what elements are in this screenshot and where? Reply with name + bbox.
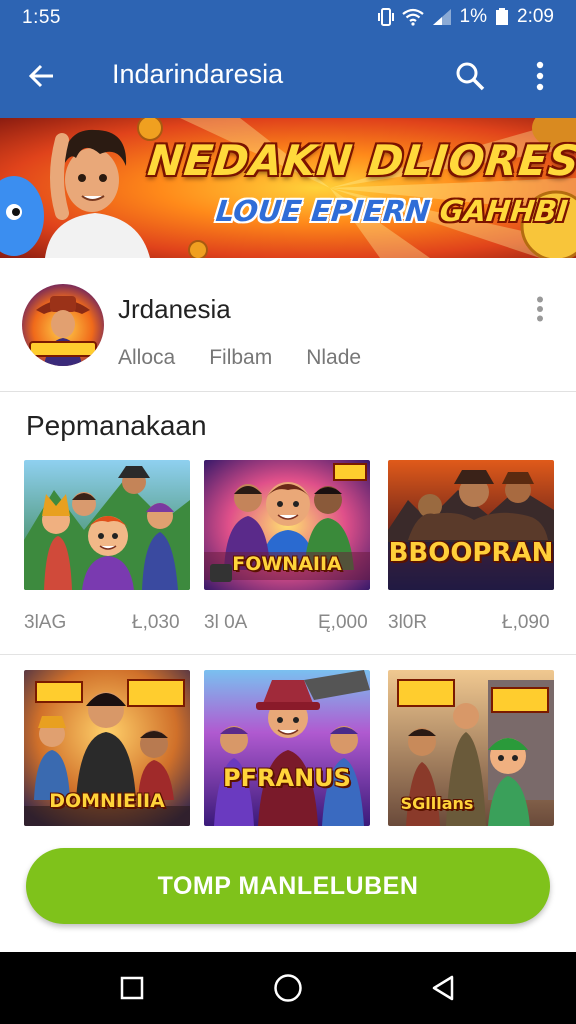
game-meta-row: 3lAG Ł,030 3l 0A Ę,000 3l0R Ł,090 [24,612,554,634]
system-nav-bar [0,952,576,1024]
status-bar: 1:55 1% 2:09 [0,0,576,36]
overflow-menu-button[interactable] [522,56,558,96]
wifi-icon [401,8,424,26]
search-button[interactable] [450,56,490,96]
top-app-bar: 1:55 1% 2:09 Indarindaresia [0,0,576,118]
more-vertical-icon [537,296,543,322]
channel-tab[interactable]: Filbam [209,346,272,370]
app-title: Indarindaresia [112,59,284,89]
game-count: 3l0R [388,612,428,633]
game-title: PFRANUS [223,764,351,792]
app-bar: Indarindaresia [0,40,576,112]
game-tile[interactable]: BBOOPRAN [388,460,554,590]
banner-headline: NEDAKN DLIORES [145,136,576,185]
game-thumbnail [204,670,370,826]
nav-home-button[interactable] [270,970,306,1006]
vibrate-icon [377,8,394,26]
game-title: DOMNIEIIA [49,790,165,812]
game-count: 3lAG [24,612,67,633]
back-button[interactable] [22,56,62,96]
recent-apps-icon [120,976,144,1000]
banner-subtitle-right: GAHHBI [438,194,570,228]
battery-icon [495,8,509,26]
game-price: Ł,090 [502,612,550,633]
nav-recent-button[interactable] [114,970,150,1006]
section-divider [0,654,576,655]
channel-more-button[interactable] [528,294,552,324]
battery-percent: 1% [459,6,488,27]
game-tile[interactable]: FOWNAIIA [204,460,370,590]
game-title: FOWNAIIA [232,553,342,575]
channel-tab[interactable]: Alloca [118,346,175,370]
game-price: Ł,030 [132,612,180,633]
banner-subtitle: LOUE EPIERN GAHHBI [214,194,569,228]
channel-tabs: Alloca Filbam Nlade [118,346,361,370]
game-price: Ę,000 [318,612,368,633]
status-icons: 1% 2:09 [377,6,554,28]
game-thumbnail [24,460,190,590]
arrow-left-icon [28,64,53,88]
banner-subtitle-left: LOUE EPIERN [214,194,432,228]
game-tile[interactable]: PFRANUS [204,670,370,826]
promo-banner[interactable]: NEDAKN DLIORES LOUE EPIERN GAHHBI [0,118,576,258]
game-tile[interactable] [24,460,190,590]
status-clock: 2:09 [517,6,554,27]
banner-text: NEDAKN DLIORES LOUE EPIERN GAHHBI [0,118,576,258]
section-title: Pepmanakaan [26,410,207,441]
search-icon [456,62,485,91]
channel-name: Jrdanesia [118,294,231,324]
back-triangle-icon [432,975,454,1001]
game-count: 3l 0A [204,612,248,633]
channel-header: Jrdanesia Alloca Filbam Nlade [0,258,576,392]
game-title: BBOOPRAN [388,538,554,568]
status-time: 1:55 [22,7,61,28]
game-tile[interactable]: SGlllans [388,670,554,826]
channel-avatar[interactable] [22,284,104,366]
game-tile[interactable]: DOMNIEIIA [24,670,190,826]
channel-tab[interactable]: Nlade [306,346,361,370]
game-thumbnail [388,460,554,590]
game-title: SGlllans [400,794,474,813]
cta-button[interactable]: TOMP MANLELUBEN [26,848,550,924]
nav-back-button[interactable] [426,970,462,1006]
more-vertical-icon [536,61,544,91]
signal-icon [432,8,452,26]
screen: 1:55 1% 2:09 Indarindaresia NEDAKN DLIOR… [0,0,576,1024]
home-circle-icon [274,974,302,1002]
